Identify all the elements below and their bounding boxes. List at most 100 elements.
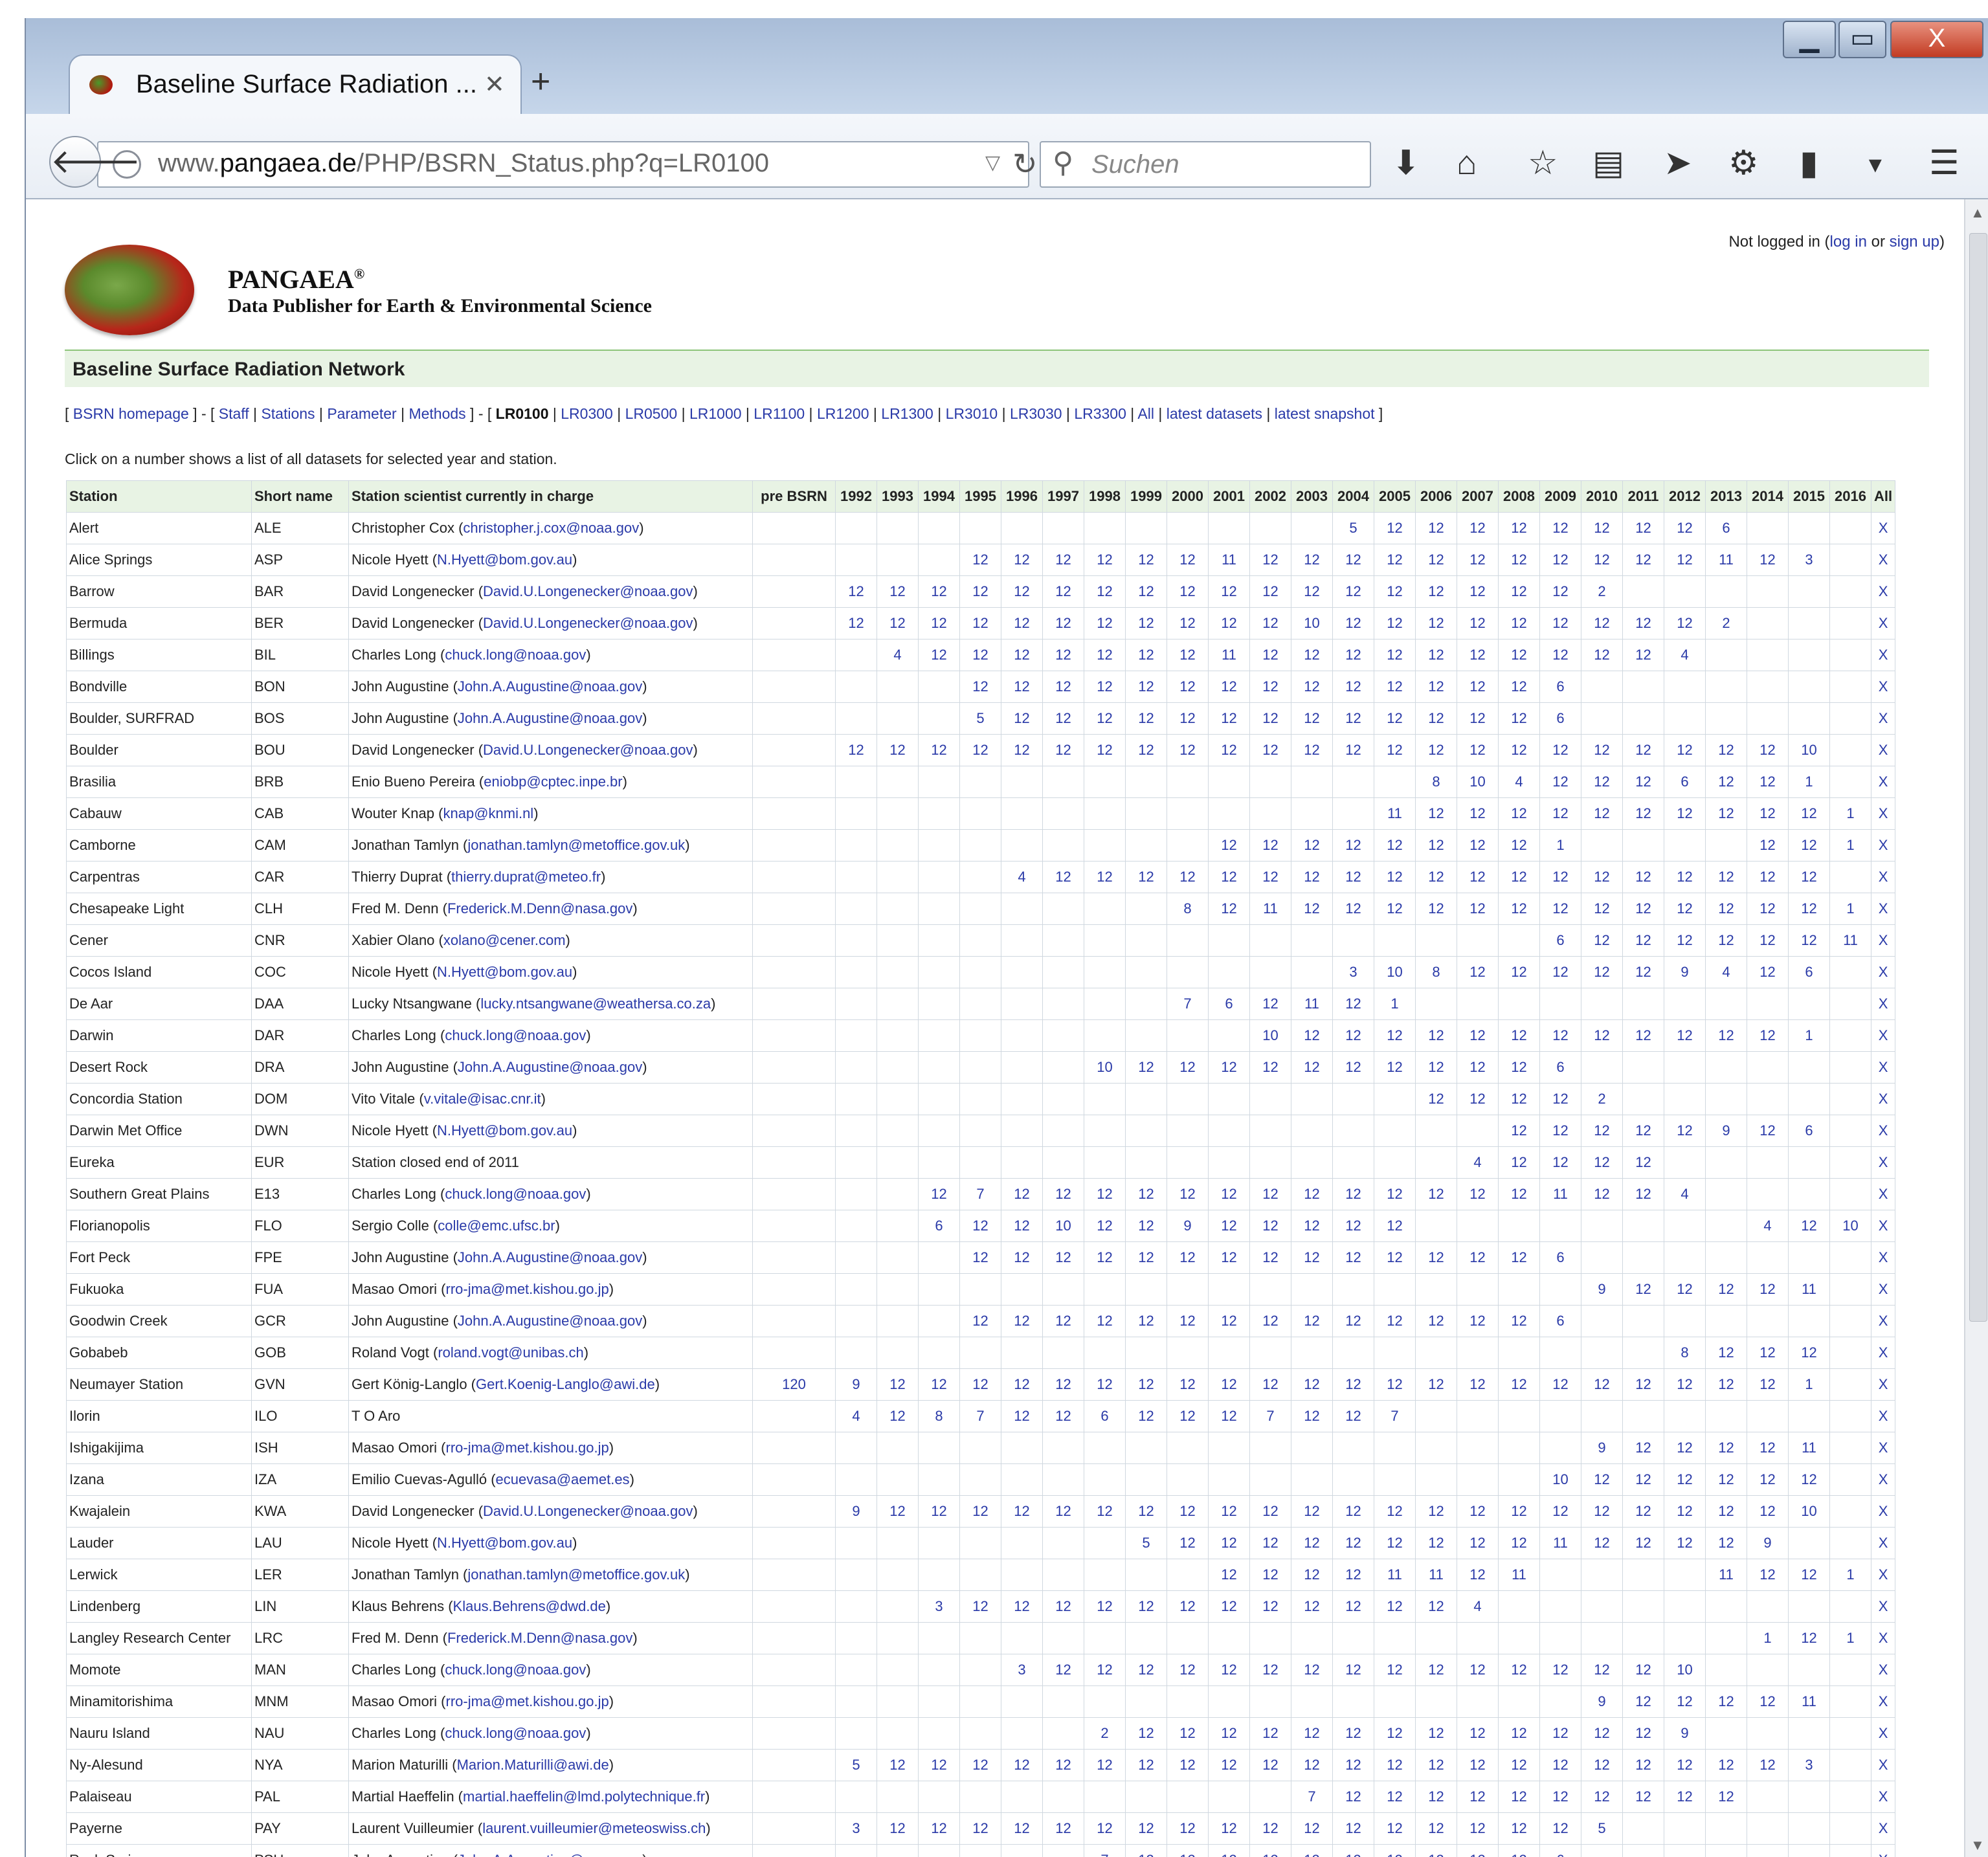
year-count-2011[interactable]: 12	[1622, 607, 1664, 639]
year-count-2011[interactable]: 12	[1622, 512, 1664, 544]
pre-bsrn-count[interactable]: 120	[752, 1368, 836, 1401]
year-count-1995[interactable]: 12	[959, 607, 1001, 639]
scientist-email-link[interactable]: David.U.Longenecker@noaa.gov	[483, 742, 693, 758]
year-count-2004[interactable]: 12	[1332, 607, 1374, 639]
year-count-2009[interactable]: 12	[1539, 1717, 1581, 1750]
year-count-2004[interactable]: 12	[1332, 988, 1374, 1020]
year-count-2009[interactable]: 12	[1539, 893, 1581, 925]
year-count-2011[interactable]: 12	[1622, 1368, 1664, 1401]
scientist-email-link[interactable]: chuck.long@noaa.gov	[445, 1725, 586, 1741]
year-count-2007[interactable]: 12	[1457, 607, 1499, 639]
year-count-2008[interactable]: 12	[1498, 1844, 1540, 1857]
year-count-2005[interactable]: 10	[1374, 956, 1416, 988]
year-count-2015[interactable]: 10	[1788, 734, 1830, 766]
year-count-2014[interactable]: 12	[1747, 544, 1789, 576]
url-dropdown-icon[interactable]: ▽	[985, 151, 1000, 174]
year-count-2009[interactable]: 12	[1539, 1495, 1581, 1528]
year-count-1998[interactable]: 10	[1084, 1051, 1126, 1084]
year-count-2015[interactable]: 12	[1788, 1463, 1830, 1496]
all-datasets-link[interactable]: X	[1870, 797, 1896, 830]
year-count-2014[interactable]: 1	[1747, 1622, 1789, 1654]
year-count-2004[interactable]: 12	[1332, 1844, 1374, 1857]
year-count-2004[interactable]: 12	[1332, 1495, 1374, 1528]
year-count-2012[interactable]: 4	[1664, 1178, 1706, 1210]
year-count-2010[interactable]: 12	[1581, 1463, 1623, 1496]
url-bar[interactable]: www.pangaea.de/PHP/BSRN_Status.php?q=LR0…	[97, 141, 1038, 188]
back-arrow-icon[interactable]: 🡐	[49, 136, 140, 188]
year-count-1998[interactable]: 12	[1084, 1495, 1126, 1528]
year-count-2004[interactable]: 12	[1332, 1781, 1374, 1813]
scientist-email-link[interactable]: John.A.Augustine@noaa.gov	[458, 1249, 642, 1265]
year-count-1992[interactable]: 12	[835, 575, 877, 608]
all-datasets-link[interactable]: X	[1870, 1654, 1896, 1686]
year-count-2007[interactable]: 12	[1457, 1527, 1499, 1559]
year-count-1994[interactable]: 12	[918, 1495, 960, 1528]
year-count-2012[interactable]: 12	[1664, 544, 1706, 576]
year-count-2008[interactable]: 12	[1498, 1654, 1540, 1686]
scientist-email-link[interactable]: jonathan.tamlyn@metoffice.gov.uk	[467, 837, 685, 853]
year-count-2000[interactable]: 12	[1167, 544, 1209, 576]
year-count-2004[interactable]: 12	[1332, 893, 1374, 925]
all-datasets-link[interactable]: X	[1870, 1812, 1896, 1845]
year-count-1995[interactable]: 12	[959, 575, 1001, 608]
year-count-2006[interactable]: 12	[1415, 607, 1457, 639]
home-icon[interactable]: ⌂	[1457, 144, 1477, 183]
year-count-2009[interactable]: 12	[1539, 1083, 1581, 1115]
year-count-2009[interactable]: 12	[1539, 607, 1581, 639]
browser-tab[interactable]: Baseline Surface Radiation ... ✕	[69, 54, 522, 117]
year-count-2007[interactable]: 12	[1457, 1178, 1499, 1210]
year-count-2001[interactable]: 12	[1208, 1178, 1250, 1210]
year-count-1999[interactable]: 5	[1125, 1527, 1167, 1559]
year-count-2014[interactable]: 12	[1747, 1495, 1789, 1528]
year-count-2009[interactable]: 12	[1539, 575, 1581, 608]
year-count-2010[interactable]: 12	[1581, 861, 1623, 893]
year-count-2000[interactable]: 12	[1167, 702, 1209, 735]
year-count-1996[interactable]: 12	[1001, 1749, 1043, 1781]
year-count-2015[interactable]: 12	[1788, 829, 1830, 862]
year-count-2013[interactable]: 12	[1705, 1527, 1747, 1559]
nav-link-lr1200[interactable]: LR1200	[817, 405, 869, 422]
year-count-1997[interactable]: 12	[1042, 1654, 1084, 1686]
year-count-2000[interactable]: 12	[1167, 1590, 1209, 1623]
scrollbar-thumb[interactable]	[1969, 233, 1987, 1322]
year-count-1997[interactable]: 12	[1042, 1241, 1084, 1274]
year-count-1997[interactable]: 12	[1042, 1495, 1084, 1528]
year-count-2006[interactable]: 12	[1415, 1019, 1457, 1052]
year-count-2001[interactable]: 12	[1208, 1844, 1250, 1857]
year-count-2011[interactable]: 12	[1622, 1178, 1664, 1210]
all-datasets-link[interactable]: X	[1870, 1559, 1896, 1591]
year-count-1993[interactable]: 12	[877, 1749, 919, 1781]
year-count-2011[interactable]: 12	[1622, 956, 1664, 988]
year-count-2004[interactable]: 12	[1332, 1590, 1374, 1623]
year-count-2013[interactable]: 2	[1705, 607, 1747, 639]
year-count-2003[interactable]: 12	[1291, 1368, 1333, 1401]
year-count-2005[interactable]: 12	[1374, 1178, 1416, 1210]
year-count-2005[interactable]: 12	[1374, 1210, 1416, 1242]
year-count-2014[interactable]: 12	[1747, 924, 1789, 957]
year-count-2013[interactable]: 12	[1705, 1432, 1747, 1464]
nav-link-lr1000[interactable]: LR1000	[689, 405, 742, 422]
year-count-2002[interactable]: 12	[1249, 734, 1291, 766]
year-count-2008[interactable]: 12	[1498, 1241, 1540, 1274]
year-count-2003[interactable]: 12	[1291, 671, 1333, 703]
year-count-1999[interactable]: 12	[1125, 861, 1167, 893]
year-count-2000[interactable]: 12	[1167, 1368, 1209, 1401]
year-count-2003[interactable]: 12	[1291, 1812, 1333, 1845]
all-datasets-link[interactable]: X	[1870, 1368, 1896, 1401]
year-count-1996[interactable]: 12	[1001, 702, 1043, 735]
year-count-2004[interactable]: 12	[1332, 1241, 1374, 1274]
year-count-1998[interactable]: 6	[1084, 1400, 1126, 1432]
year-count-1995[interactable]: 12	[959, 1305, 1001, 1337]
year-count-1992[interactable]: 12	[835, 607, 877, 639]
year-count-2011[interactable]: 12	[1622, 1146, 1664, 1179]
year-count-1996[interactable]: 12	[1001, 1812, 1043, 1845]
year-count-2008[interactable]: 12	[1498, 671, 1540, 703]
year-count-2000[interactable]: 12	[1167, 575, 1209, 608]
year-count-2003[interactable]: 12	[1291, 1305, 1333, 1337]
year-count-2013[interactable]: 11	[1705, 1559, 1747, 1591]
year-count-2015[interactable]: 12	[1788, 1559, 1830, 1591]
year-count-2007[interactable]: 12	[1457, 734, 1499, 766]
year-count-2011[interactable]: 12	[1622, 1654, 1664, 1686]
year-count-2008[interactable]: 12	[1498, 639, 1540, 671]
year-count-1998[interactable]: 2	[1084, 1717, 1126, 1750]
